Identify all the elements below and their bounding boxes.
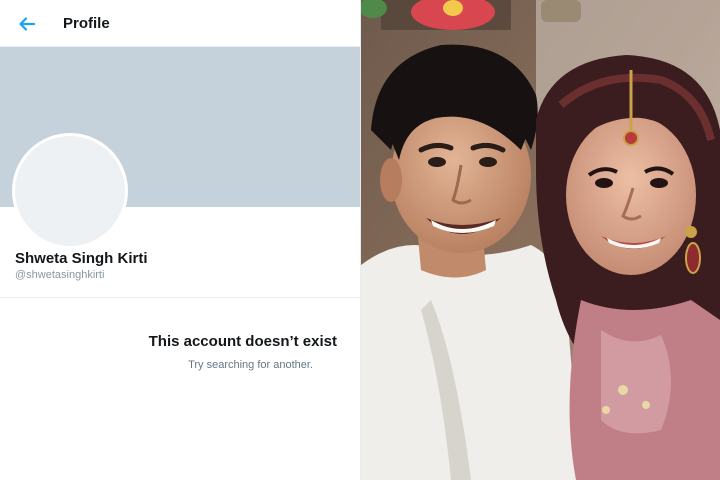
empty-state-subtitle: Try searching for another. (188, 359, 313, 371)
back-arrow-icon (19, 17, 36, 31)
profile-handle: @shwetasinghkirti (15, 269, 105, 281)
avatar[interactable] (12, 133, 128, 249)
empty-state-title: This account doesn’t exist (148, 333, 337, 350)
page-title: Profile (63, 15, 110, 32)
photo-illustration (361, 0, 720, 480)
profile-name: Shweta Singh Kirti (15, 250, 148, 267)
top-bar: Profile (0, 0, 360, 47)
photo (361, 0, 720, 480)
back-button[interactable] (14, 11, 40, 37)
profile-panel: Profile Shweta Singh Kirti @shwetasinghk… (0, 0, 361, 480)
divider (0, 297, 360, 298)
